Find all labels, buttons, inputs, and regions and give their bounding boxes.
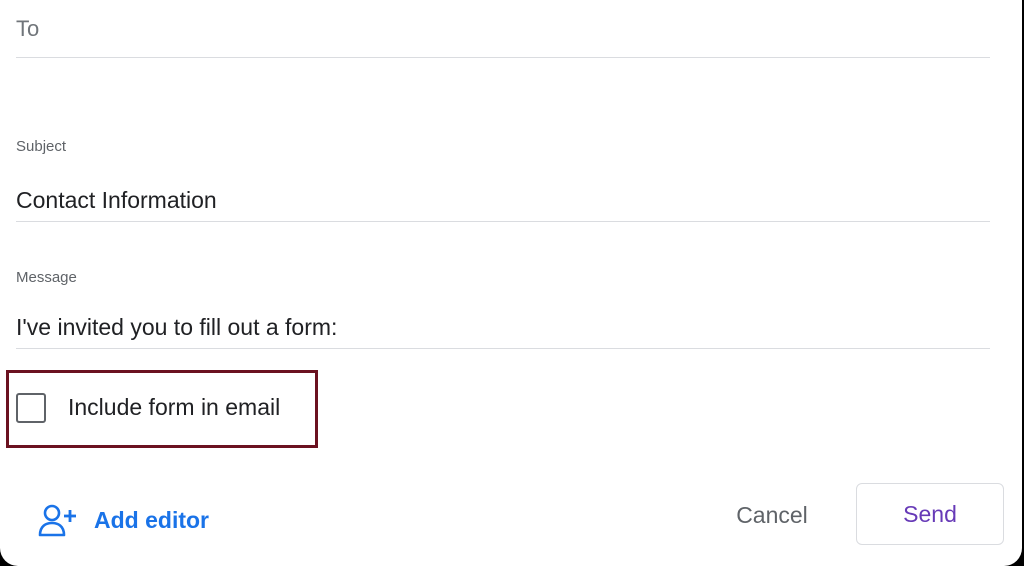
send-form-dialog: To Subject Contact Information Message I…: [0, 0, 1022, 566]
to-field[interactable]: To: [16, 0, 990, 58]
add-editor-button[interactable]: Add editor: [38, 500, 209, 540]
message-input[interactable]: I've invited you to fill out a form:: [16, 310, 990, 349]
message-label: Message: [16, 269, 77, 286]
subject-value[interactable]: Contact Information: [16, 187, 217, 214]
send-button[interactable]: Send: [856, 483, 1004, 545]
subject-input[interactable]: Contact Information: [16, 183, 990, 222]
message-value[interactable]: I've invited you to fill out a form:: [16, 314, 337, 341]
add-editor-label: Add editor: [94, 506, 209, 533]
person-add-icon: [38, 503, 78, 537]
include-form-checkbox[interactable]: [16, 393, 46, 423]
to-placeholder[interactable]: To: [16, 16, 39, 42]
cancel-button[interactable]: Cancel: [710, 490, 834, 540]
include-form-label[interactable]: Include form in email: [68, 394, 280, 421]
subject-label: Subject: [16, 138, 67, 155]
